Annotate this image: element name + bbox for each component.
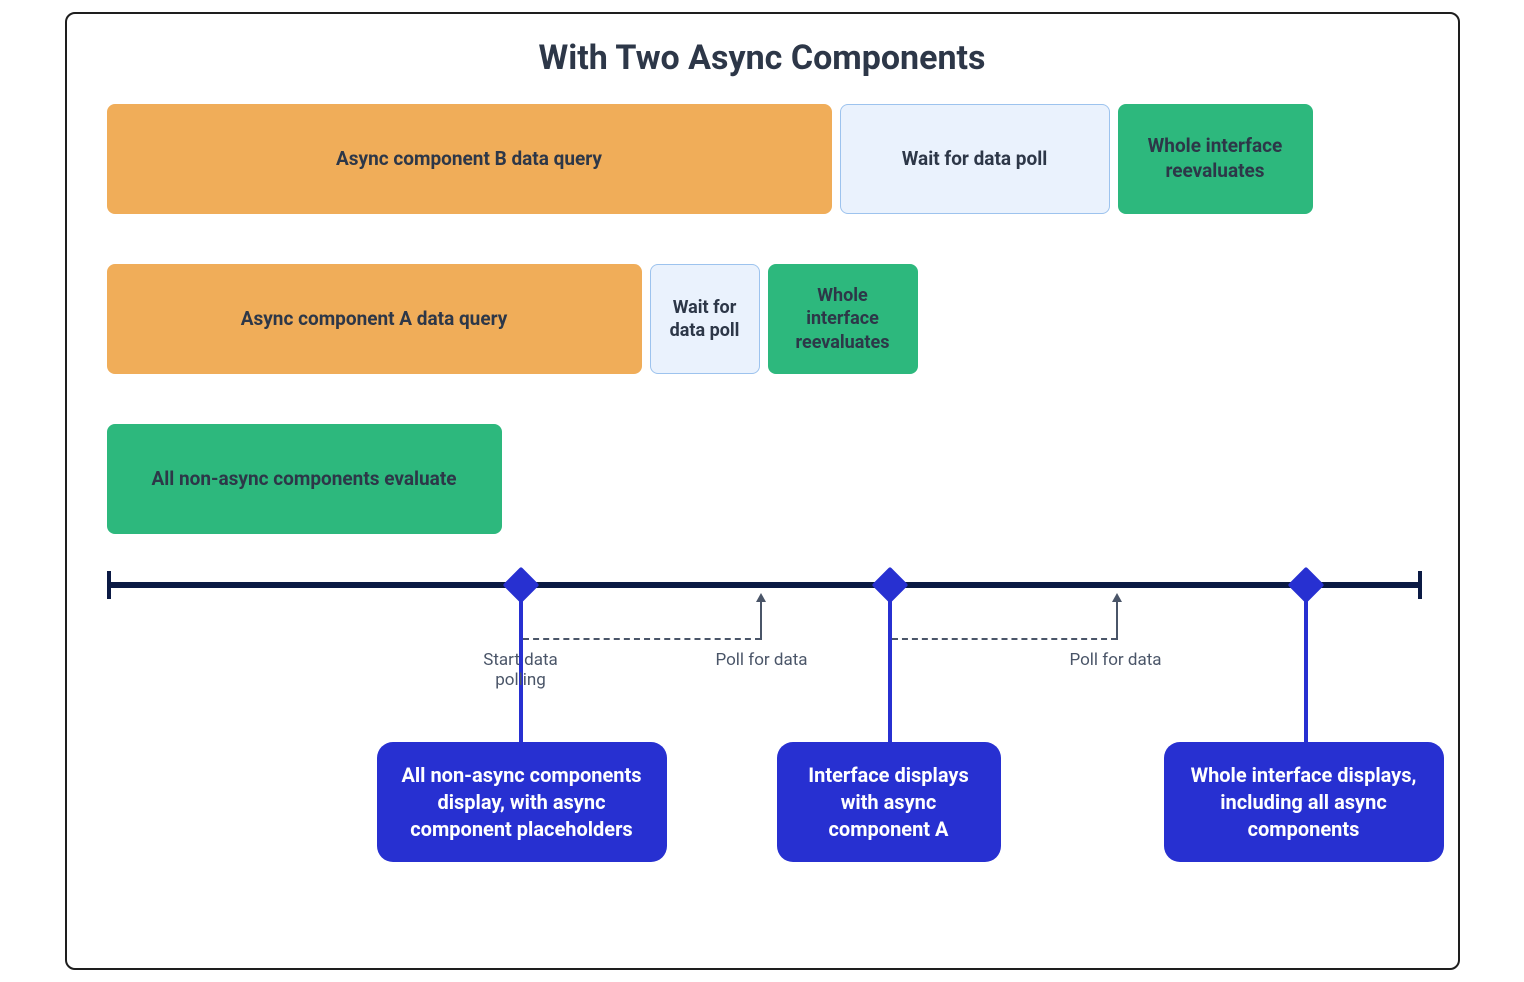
arrow-stem-1: [760, 600, 762, 640]
label-poll-2: Poll for data: [1061, 650, 1171, 670]
label-start-polling: Start data polling: [467, 650, 575, 691]
bar-b-query: Async component B data query: [107, 104, 832, 214]
dashed-poll-2: [892, 638, 1117, 640]
callout-3: Whole interface displays, including all …: [1164, 742, 1444, 862]
label-poll-1: Poll for data: [707, 650, 817, 670]
arrow-stem-2: [1116, 600, 1118, 640]
bar-nonasync: All non-async components evaluate: [107, 424, 502, 534]
bar-a-query: Async component A data query: [107, 264, 642, 374]
timeline-cap-right: [1418, 571, 1422, 599]
bar-a-wait: Wait for data poll: [650, 264, 760, 374]
dashed-poll-1: [523, 638, 761, 640]
bar-a-reeval: Whole interface reevaluates: [768, 264, 918, 374]
arrow-up-icon-1: [756, 593, 766, 602]
diagram-title: With Two Async Components: [67, 38, 1458, 78]
timeline-cap-left: [107, 571, 111, 599]
diagram-frame: With Two Async Components Async componen…: [65, 12, 1460, 970]
connector-2: [888, 594, 892, 744]
connector-3: [1304, 594, 1308, 744]
arrow-up-icon-2: [1112, 593, 1122, 602]
bar-b-wait: Wait for data poll: [840, 104, 1110, 214]
bar-b-reeval: Whole interface reevaluates: [1118, 104, 1313, 214]
callout-1: All non-async components display, with a…: [377, 742, 667, 862]
timeline-axis: [107, 582, 1418, 588]
callout-2: Interface displays with async component …: [777, 742, 1001, 862]
